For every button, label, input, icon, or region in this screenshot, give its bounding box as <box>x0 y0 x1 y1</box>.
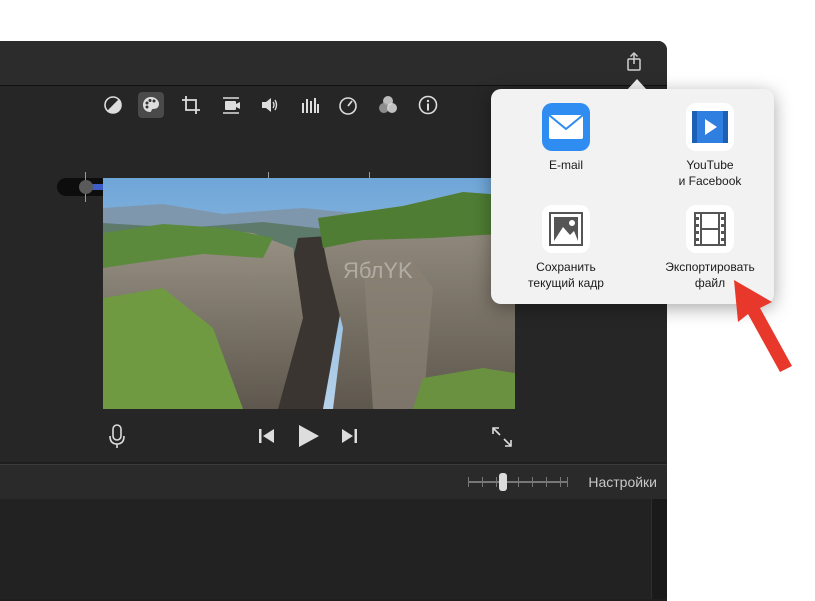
settings-button[interactable]: Настройки <box>588 474 657 490</box>
timeline-area <box>0 499 667 599</box>
crop-icon <box>182 96 200 114</box>
image-icon <box>542 205 590 253</box>
video-preview: ЯблYK <box>103 178 515 409</box>
titlebar <box>0 41 667 86</box>
skip-forward-icon[interactable] <box>339 427 359 445</box>
share-popover: E-mail YouTube и Facebook Сохранить теку… <box>491 89 774 304</box>
canyon-frame-image: ЯблYK <box>103 178 515 409</box>
zoom-slider[interactable] <box>468 473 568 491</box>
share-email-item[interactable]: E-mail <box>501 103 631 173</box>
mail-icon <box>542 103 590 151</box>
fullscreen-icon[interactable] <box>491 426 513 448</box>
volume-icon <box>262 98 278 112</box>
info-icon <box>418 95 438 115</box>
stabilization-icon <box>223 97 240 114</box>
microphone-icon[interactable] <box>108 424 126 450</box>
share-youtube-label: YouTube и Facebook <box>678 158 742 188</box>
volume-button[interactable] <box>257 92 283 118</box>
crop-button[interactable] <box>178 92 204 118</box>
red-pointer-arrow <box>734 280 792 372</box>
share-youtube-item[interactable]: YouTube и Facebook <box>645 103 775 189</box>
share-icon <box>627 51 641 71</box>
shadows-knob[interactable] <box>79 180 93 194</box>
color-balance-icon <box>104 96 122 114</box>
speed-icon <box>339 97 357 115</box>
share-button[interactable] <box>623 51 645 73</box>
timeline-header: Настройки <box>0 464 667 500</box>
equalizer-button[interactable] <box>297 92 323 118</box>
color-balance-button[interactable] <box>100 92 126 118</box>
share-save-frame-item[interactable]: Сохранить текущий кадр <box>501 205 631 291</box>
color-correction-button[interactable] <box>138 92 164 118</box>
filter-icon <box>379 96 397 113</box>
palette-icon <box>143 97 159 112</box>
filter-button[interactable] <box>375 92 401 118</box>
zoom-knob[interactable] <box>499 473 507 491</box>
info-button[interactable] <box>415 92 441 118</box>
equalizer-icon <box>302 98 319 113</box>
skip-back-icon[interactable] <box>257 427 277 445</box>
share-save-frame-label: Сохранить текущий кадр <box>528 260 604 290</box>
film-icon <box>686 205 734 253</box>
play-icon[interactable] <box>295 423 321 449</box>
timeline-scrollbar[interactable] <box>651 499 667 599</box>
watermark: ЯблYK <box>343 258 413 283</box>
share-email-label: E-mail <box>548 158 583 172</box>
speed-button[interactable] <box>335 92 361 118</box>
video-icon <box>686 103 734 151</box>
stabilization-button[interactable] <box>218 92 244 118</box>
